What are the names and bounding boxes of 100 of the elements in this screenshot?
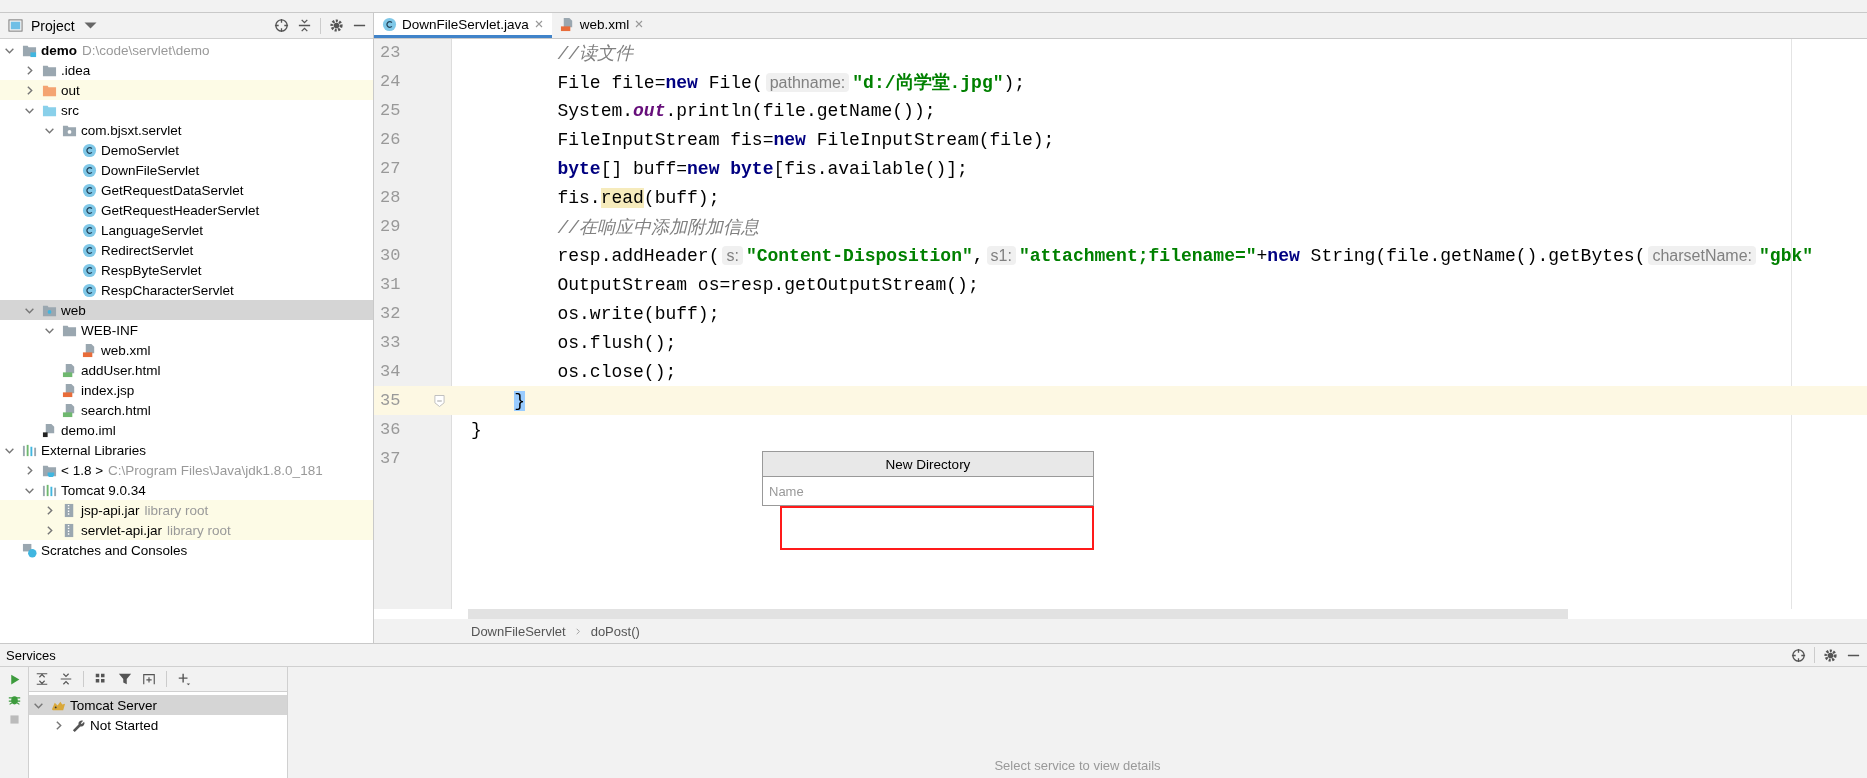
locate-icon[interactable] (1791, 647, 1806, 663)
file-icon (62, 382, 77, 398)
filter-icon[interactable] (118, 672, 132, 686)
class-icon (82, 242, 97, 258)
panel-title[interactable]: Project (31, 17, 75, 34)
code-line: fis.read(buff); (556, 187, 720, 208)
class-icon (82, 182, 97, 198)
tree-item[interactable]: GetRequestDataServlet (0, 180, 373, 200)
settings-icon[interactable] (329, 18, 344, 33)
line-number: 23 (379, 43, 402, 62)
file-icon (62, 362, 77, 378)
empty-state-text: Select service to view details (994, 758, 1161, 773)
panel-icon (8, 18, 23, 33)
tree-item[interactable]: Tomcat 9.0.34 (0, 480, 373, 500)
breadcrumb[interactable]: doPost() (590, 623, 640, 639)
tree-item[interactable]: Not Started (29, 715, 287, 735)
file-icon (82, 342, 97, 358)
code-line: resp.addHeader( s: "Content-Disposition", s1: "attachment;filename="+new String(file.getName().getBytes( charsetName: "gbk" (556, 245, 1814, 266)
code-line: OutputStream os=resp.getOutputStream(); (556, 274, 979, 295)
class-icon (82, 282, 97, 298)
tree-item[interactable]: < 1.8 > C:\Program Files\Java\jdk1.8.0_181 (0, 460, 373, 480)
chevron-icon (573, 626, 583, 636)
line-number: 31 (379, 275, 402, 294)
code-line: File file=new File( pathname: "d:/尚学堂.jpg"); (556, 71, 1026, 94)
code-line: os.write(buff); (556, 303, 720, 324)
breadcrumb[interactable]: DownFileServlet (471, 623, 566, 639)
tree-item[interactable]: web.xml (0, 340, 373, 360)
class-icon (82, 142, 97, 158)
tree-item[interactable]: LanguageServlet (0, 220, 373, 240)
collapse-all-icon[interactable] (297, 18, 312, 33)
tree-item[interactable]: jsp-api.jar library root (0, 500, 373, 520)
line-number: 28 (379, 188, 402, 207)
tree-item[interactable]: out (0, 80, 373, 100)
name-input-field[interactable]: Name (762, 477, 1094, 506)
line-number: 26 (379, 130, 402, 149)
locate-icon[interactable] (274, 18, 289, 33)
file-icon (42, 422, 57, 438)
class-icon (82, 202, 97, 218)
tree-item[interactable]: GetRequestHeaderServlet (0, 200, 373, 220)
tree-item[interactable]: servlet-api.jar library root (0, 520, 373, 540)
collapse-all-icon[interactable] (59, 672, 73, 686)
close-icon[interactable] (533, 19, 544, 29)
tree-item[interactable]: Scratches and Consoles (0, 540, 373, 560)
panel-title: Services (6, 647, 56, 663)
class-icon (82, 222, 97, 238)
tree-item[interactable]: RespCharacterServlet (0, 280, 373, 300)
tree-item[interactable]: demo.iml (0, 420, 373, 440)
scrollbar-thumb[interactable] (468, 609, 1568, 619)
wrench-icon (71, 717, 86, 733)
tree-item[interactable]: search.html (0, 400, 373, 420)
tree-item[interactable]: web (0, 300, 373, 320)
group-icon[interactable] (94, 672, 108, 686)
tree-item[interactable]: DownFileServlet (0, 160, 373, 180)
settings-icon[interactable] (1823, 647, 1838, 663)
line-number: 32 (379, 304, 402, 323)
line-number: 35 (379, 391, 402, 410)
file-icon (559, 16, 575, 32)
tree-item[interactable]: RespByteServlet (0, 260, 373, 280)
dialog-title: New Directory (762, 451, 1094, 477)
line-number: 36 (379, 420, 402, 439)
line-number: 33 (379, 333, 402, 352)
line-number: 37 (379, 449, 402, 468)
tree-item[interactable]: External Libraries (0, 440, 373, 460)
tree-item[interactable]: .idea (0, 60, 373, 80)
add-icon[interactable] (177, 672, 191, 686)
line-number: 29 (379, 217, 402, 236)
code-line: //在响应中添加附加信息 (556, 216, 760, 239)
close-icon[interactable] (634, 19, 645, 29)
debug-icon[interactable] (7, 693, 21, 706)
line-number: 25 (379, 101, 402, 120)
tree-item[interactable]: addUser.html (0, 360, 373, 380)
line-number: 27 (379, 159, 402, 178)
tree-item[interactable]: src (0, 100, 373, 120)
code-line: os.close(); (556, 361, 677, 382)
tree-item[interactable]: demo D:\code\servlet\demo (0, 40, 373, 60)
class-icon (82, 162, 97, 178)
code-line: byte[] buff=new byte[fis.available()]; (556, 158, 968, 179)
editor-tab[interactable]: web.xml (551, 13, 653, 38)
code-line: } (471, 419, 482, 440)
class-icon (82, 262, 97, 278)
tree-item[interactable]: DemoServlet (0, 140, 373, 160)
tree-item[interactable]: Tomcat Server (29, 695, 287, 715)
tree-item[interactable]: RedirectServlet (0, 240, 373, 260)
code-line: System.out.println(file.getName()); (556, 100, 936, 121)
line-number: 24 (379, 72, 402, 91)
tree-item[interactable]: WEB-INF (0, 320, 373, 340)
line-number: 30 (379, 246, 402, 265)
code-line: //读文件 (556, 42, 634, 65)
tree-item[interactable]: com.bjsxt.servlet (0, 120, 373, 140)
class-icon (382, 16, 397, 32)
library-icon (42, 482, 57, 498)
code-line: FileInputStream fis=new FileInputStream(file); (556, 129, 1055, 150)
new-tab-icon[interactable] (142, 672, 156, 686)
expand-all-icon[interactable] (35, 672, 49, 686)
scratches-icon (22, 542, 37, 558)
tree-item[interactable]: index.jsp (0, 380, 373, 400)
code-line: os.flush(); (556, 332, 677, 353)
library-icon (22, 442, 37, 458)
line-number: 34 (379, 362, 402, 381)
editor-tab[interactable]: DownFileServlet.java (374, 13, 552, 38)
